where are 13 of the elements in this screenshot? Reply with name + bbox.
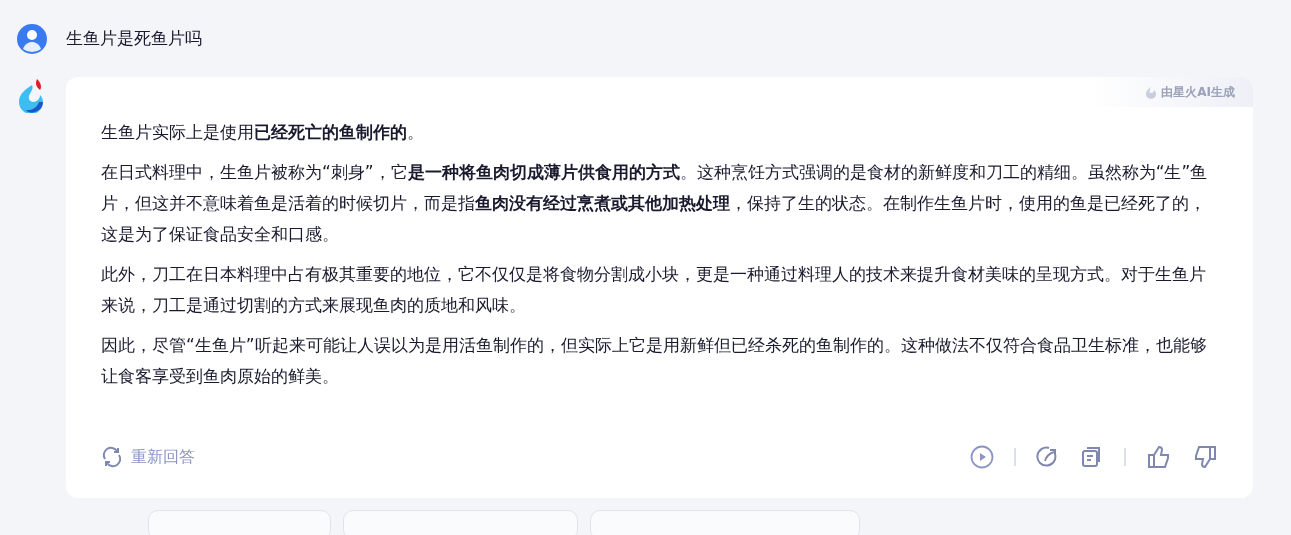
answer-paragraph: 此外，刀工在日本料理中占有极其重要的地位，它不仅仅是将食物分割成小块，更是一种通过料理人的技术来提升食材美味的呈现方式。对于生鱼片来说，刀工是通过切割的方式来展现鱼肉的质地和风味。 — [101, 263, 1207, 317]
answer-paragraph: 生鱼片实际上是使用已经死亡的鱼制作的。 — [101, 121, 425, 144]
flame-icon — [1145, 85, 1158, 99]
answer-paragraph: 因此，尽管“生鱼片”听起来可能让人误以为是用活鱼制作的，但实际上它是用新鲜但已经杀死的鱼制作的。这种做法不仅符合食品卫生标准，也能够让食客享受到鱼肉原始的鲜美。 — [101, 334, 1208, 388]
thumbs-down-icon[interactable] — [1192, 444, 1218, 470]
badge-text: 由星火AI生成 — [1161, 84, 1235, 101]
answer-paragraph: 在日式料理中，生鱼片被称为“刺身”，它是一种将鱼肉切成薄片供食用的方式。这种烹饪方式强调的是食材的新鲜度和刀工的精细。虽然称为“生”鱼片，但这并不意味着鱼是活着的时候切片，而是指鱼肉没有经过烹煮或其他加热处理，保持了生的状态。在制作生鱼片时，使用的鱼是已经死了的，这是为了保证食品安全和口感。 — [101, 161, 1209, 246]
refresh-icon — [101, 446, 123, 468]
question-text: 生鱼片是死鱼片吗 — [66, 27, 202, 51]
regenerate-button[interactable]: 重新回答 — [101, 445, 195, 469]
play-icon[interactable] — [970, 445, 994, 469]
user-avatar-icon — [16, 23, 48, 55]
thumbs-up-icon[interactable] — [1146, 444, 1172, 470]
